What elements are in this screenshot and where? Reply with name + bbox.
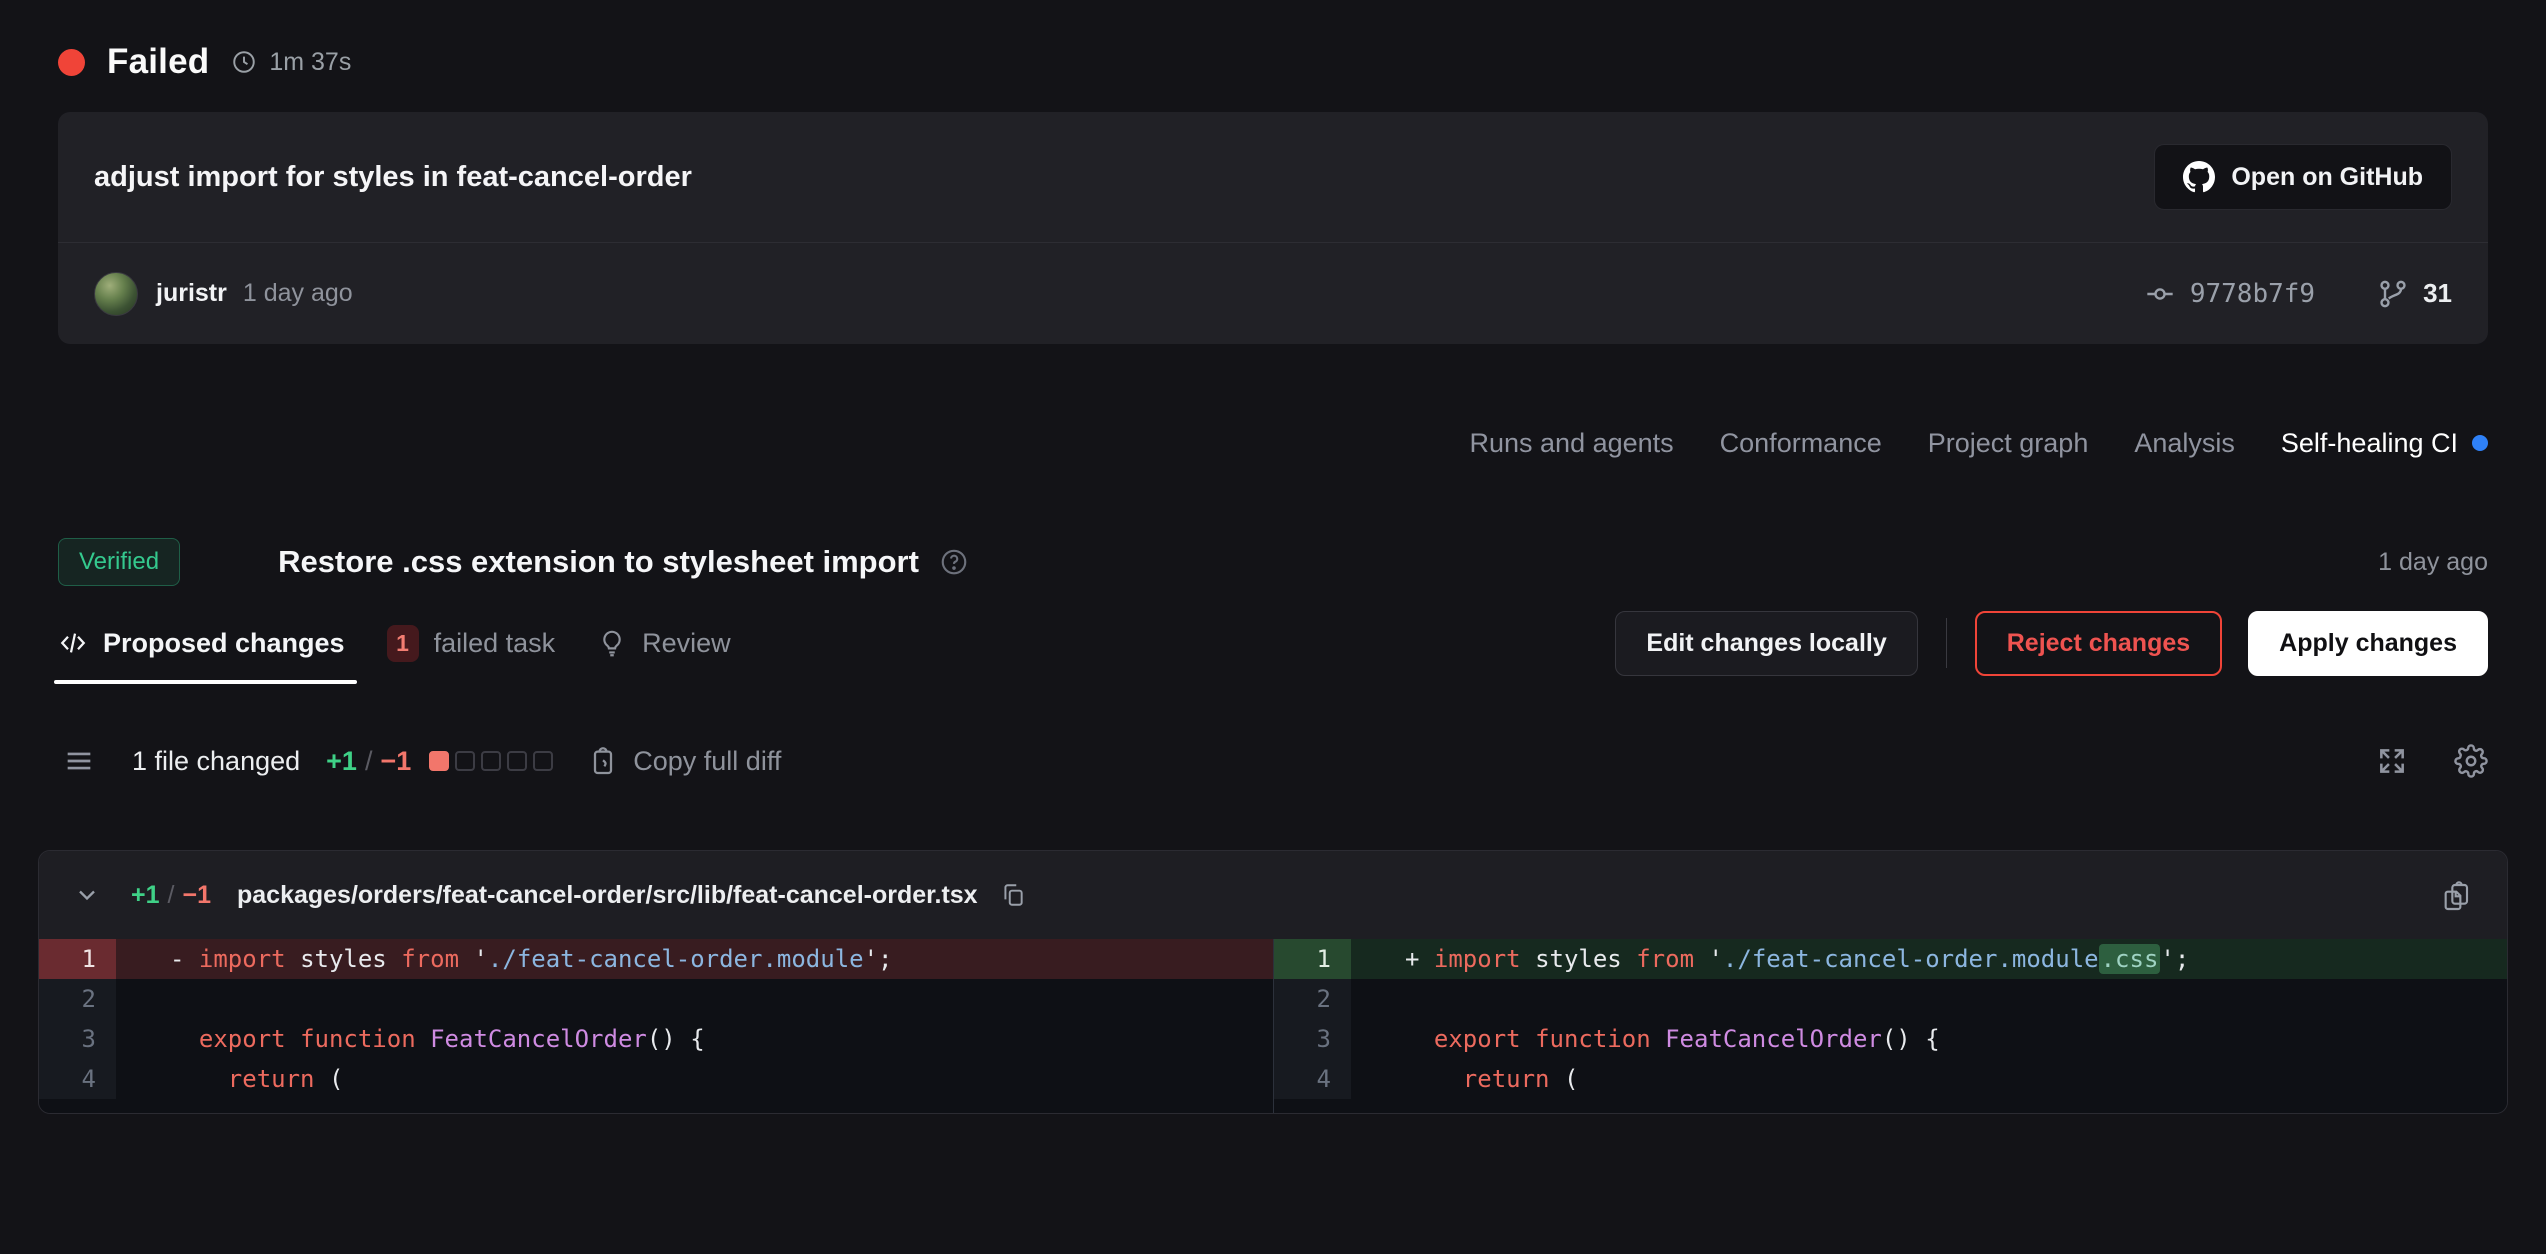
code-text — [1351, 979, 2507, 1019]
commit-title: adjust import for styles in feat-cancel-… — [94, 161, 2154, 194]
branch-count[interactable]: 31 — [2423, 278, 2452, 309]
code-text: export function FeatCancelOrder() { — [1351, 1019, 2507, 1059]
branch-icon — [2377, 278, 2409, 310]
nav-project-graph[interactable]: Project graph — [1928, 428, 2089, 459]
fullscreen-icon[interactable] — [2376, 745, 2408, 777]
diff-block-square — [455, 751, 475, 771]
author-avatar — [94, 272, 138, 316]
line-number: 3 — [39, 1019, 116, 1059]
file-diff-counts: +1 / −1 — [131, 881, 211, 910]
fix-title: Restore .css extension to stylesheet imp… — [278, 544, 919, 580]
status-duration: 1m 37s — [231, 48, 351, 77]
line-number: 1 — [1274, 939, 1351, 979]
line-number: 4 — [39, 1059, 116, 1099]
line-number: 2 — [39, 979, 116, 1019]
status-failed-dot — [58, 49, 85, 76]
workspace-nav: Runs and agents Conformance Project grap… — [58, 422, 2488, 464]
nav-conformance[interactable]: Conformance — [1720, 428, 1882, 459]
diff-line: 4 return ( — [39, 1059, 1273, 1099]
nav-runs-and-agents[interactable]: Runs and agents — [1470, 428, 1674, 459]
clock-icon — [231, 49, 257, 75]
failed-task-count-badge: 1 — [387, 625, 419, 662]
code-text: return ( — [1351, 1059, 2507, 1099]
nav-self-healing-ci[interactable]: Self-healing CI — [2281, 428, 2488, 459]
code-icon — [58, 628, 88, 658]
fix-actions: Edit changes locally Reject changes Appl… — [1615, 611, 2488, 676]
diff-block-square — [481, 751, 501, 771]
fix-time-ago: 1 day ago — [2378, 548, 2488, 577]
diff-block-indicator — [429, 751, 553, 771]
diff-line: 1- import styles from './feat-cancel-ord… — [39, 939, 1273, 979]
diff-line: 2 — [1274, 979, 2507, 1019]
active-nav-dot — [2472, 435, 2488, 451]
nav-analysis[interactable]: Analysis — [2134, 428, 2235, 459]
code-text: + import styles from './feat-cancel-orde… — [1351, 939, 2507, 979]
status-label: Failed — [107, 42, 209, 82]
duration-text: 1m 37s — [269, 48, 351, 77]
author-name: juristr — [156, 279, 227, 308]
apply-changes-button[interactable]: Apply changes — [2248, 611, 2488, 676]
diff-line: 2 — [39, 979, 1273, 1019]
lightbulb-icon — [597, 628, 627, 658]
diff-block-square — [429, 751, 449, 771]
reject-changes-button[interactable]: Reject changes — [1975, 611, 2222, 676]
file-path: packages/orders/feat-cancel-order/src/li… — [237, 881, 978, 910]
tabs-row: Proposed changes 1 failed task Review Ed… — [58, 602, 2488, 684]
line-number: 4 — [1274, 1059, 1351, 1099]
diff-file-header: +1 / −1 packages/orders/feat-cancel-orde… — [39, 851, 2507, 939]
diff-block-square — [507, 751, 527, 771]
commit-hash[interactable]: 9778b7f9 — [2190, 279, 2315, 309]
open-on-github-button[interactable]: Open on GitHub — [2154, 144, 2452, 210]
verified-badge: Verified — [58, 538, 180, 586]
diff-line: 3 export function FeatCancelOrder() { — [39, 1019, 1273, 1059]
help-icon[interactable] — [939, 547, 969, 577]
commit-time-ago: 1 day ago — [243, 279, 353, 308]
code-text: - import styles from './feat-cancel-orde… — [116, 939, 1273, 979]
gear-icon[interactable] — [2454, 744, 2488, 778]
diff-body: 1- import styles from './feat-cancel-ord… — [39, 939, 2507, 1113]
github-icon — [2183, 161, 2215, 193]
line-number: 1 — [39, 939, 116, 979]
commit-card: adjust import for styles in feat-cancel-… — [58, 112, 2488, 344]
copy-full-diff-button[interactable]: Copy full diff — [587, 745, 781, 777]
diff-pane-new: 1+ import styles from './feat-cancel-ord… — [1273, 939, 2507, 1113]
github-button-label: Open on GitHub — [2231, 163, 2423, 192]
clipboard-icon — [587, 745, 619, 777]
diff-line: 3 export function FeatCancelOrder() { — [1274, 1019, 2507, 1059]
chevron-down-icon[interactable] — [73, 881, 101, 909]
commit-icon — [2144, 278, 2176, 310]
files-changed-label: 1 file changed — [132, 746, 300, 777]
line-number: 2 — [1274, 979, 1351, 1019]
tab-failed-task[interactable]: 1 failed task — [387, 602, 556, 684]
code-text: export function FeatCancelOrder() { — [116, 1019, 1273, 1059]
diff-line: 4 return ( — [1274, 1059, 2507, 1099]
line-number: 3 — [1274, 1019, 1351, 1059]
code-text — [116, 979, 1273, 1019]
app-screen: Failed 1m 37s adjust import for styles i… — [0, 0, 2546, 1254]
toolbar-diff-counts: +1 / −1 — [326, 746, 411, 777]
diff-card: +1 / −1 packages/orders/feat-cancel-orde… — [38, 850, 2508, 1114]
copy-file-icon[interactable] — [2441, 879, 2473, 911]
edit-changes-locally-button[interactable]: Edit changes locally — [1615, 611, 1917, 676]
tab-review[interactable]: Review — [597, 602, 731, 684]
status-row: Failed 1m 37s — [58, 0, 2488, 82]
fix-header-row: Verified Restore .css extension to style… — [58, 528, 2488, 596]
diff-line: 1+ import styles from './feat-cancel-ord… — [1274, 939, 2507, 979]
file-list-menu-icon[interactable] — [62, 744, 96, 778]
code-text: return ( — [116, 1059, 1273, 1099]
diff-toolbar: 1 file changed +1 / −1 Copy full diff — [58, 732, 2488, 790]
actions-divider — [1946, 618, 1947, 668]
tab-proposed-changes[interactable]: Proposed changes — [58, 602, 345, 684]
copy-path-icon[interactable] — [1000, 882, 1026, 908]
diff-pane-old: 1- import styles from './feat-cancel-ord… — [39, 939, 1273, 1113]
diff-block-square — [533, 751, 553, 771]
